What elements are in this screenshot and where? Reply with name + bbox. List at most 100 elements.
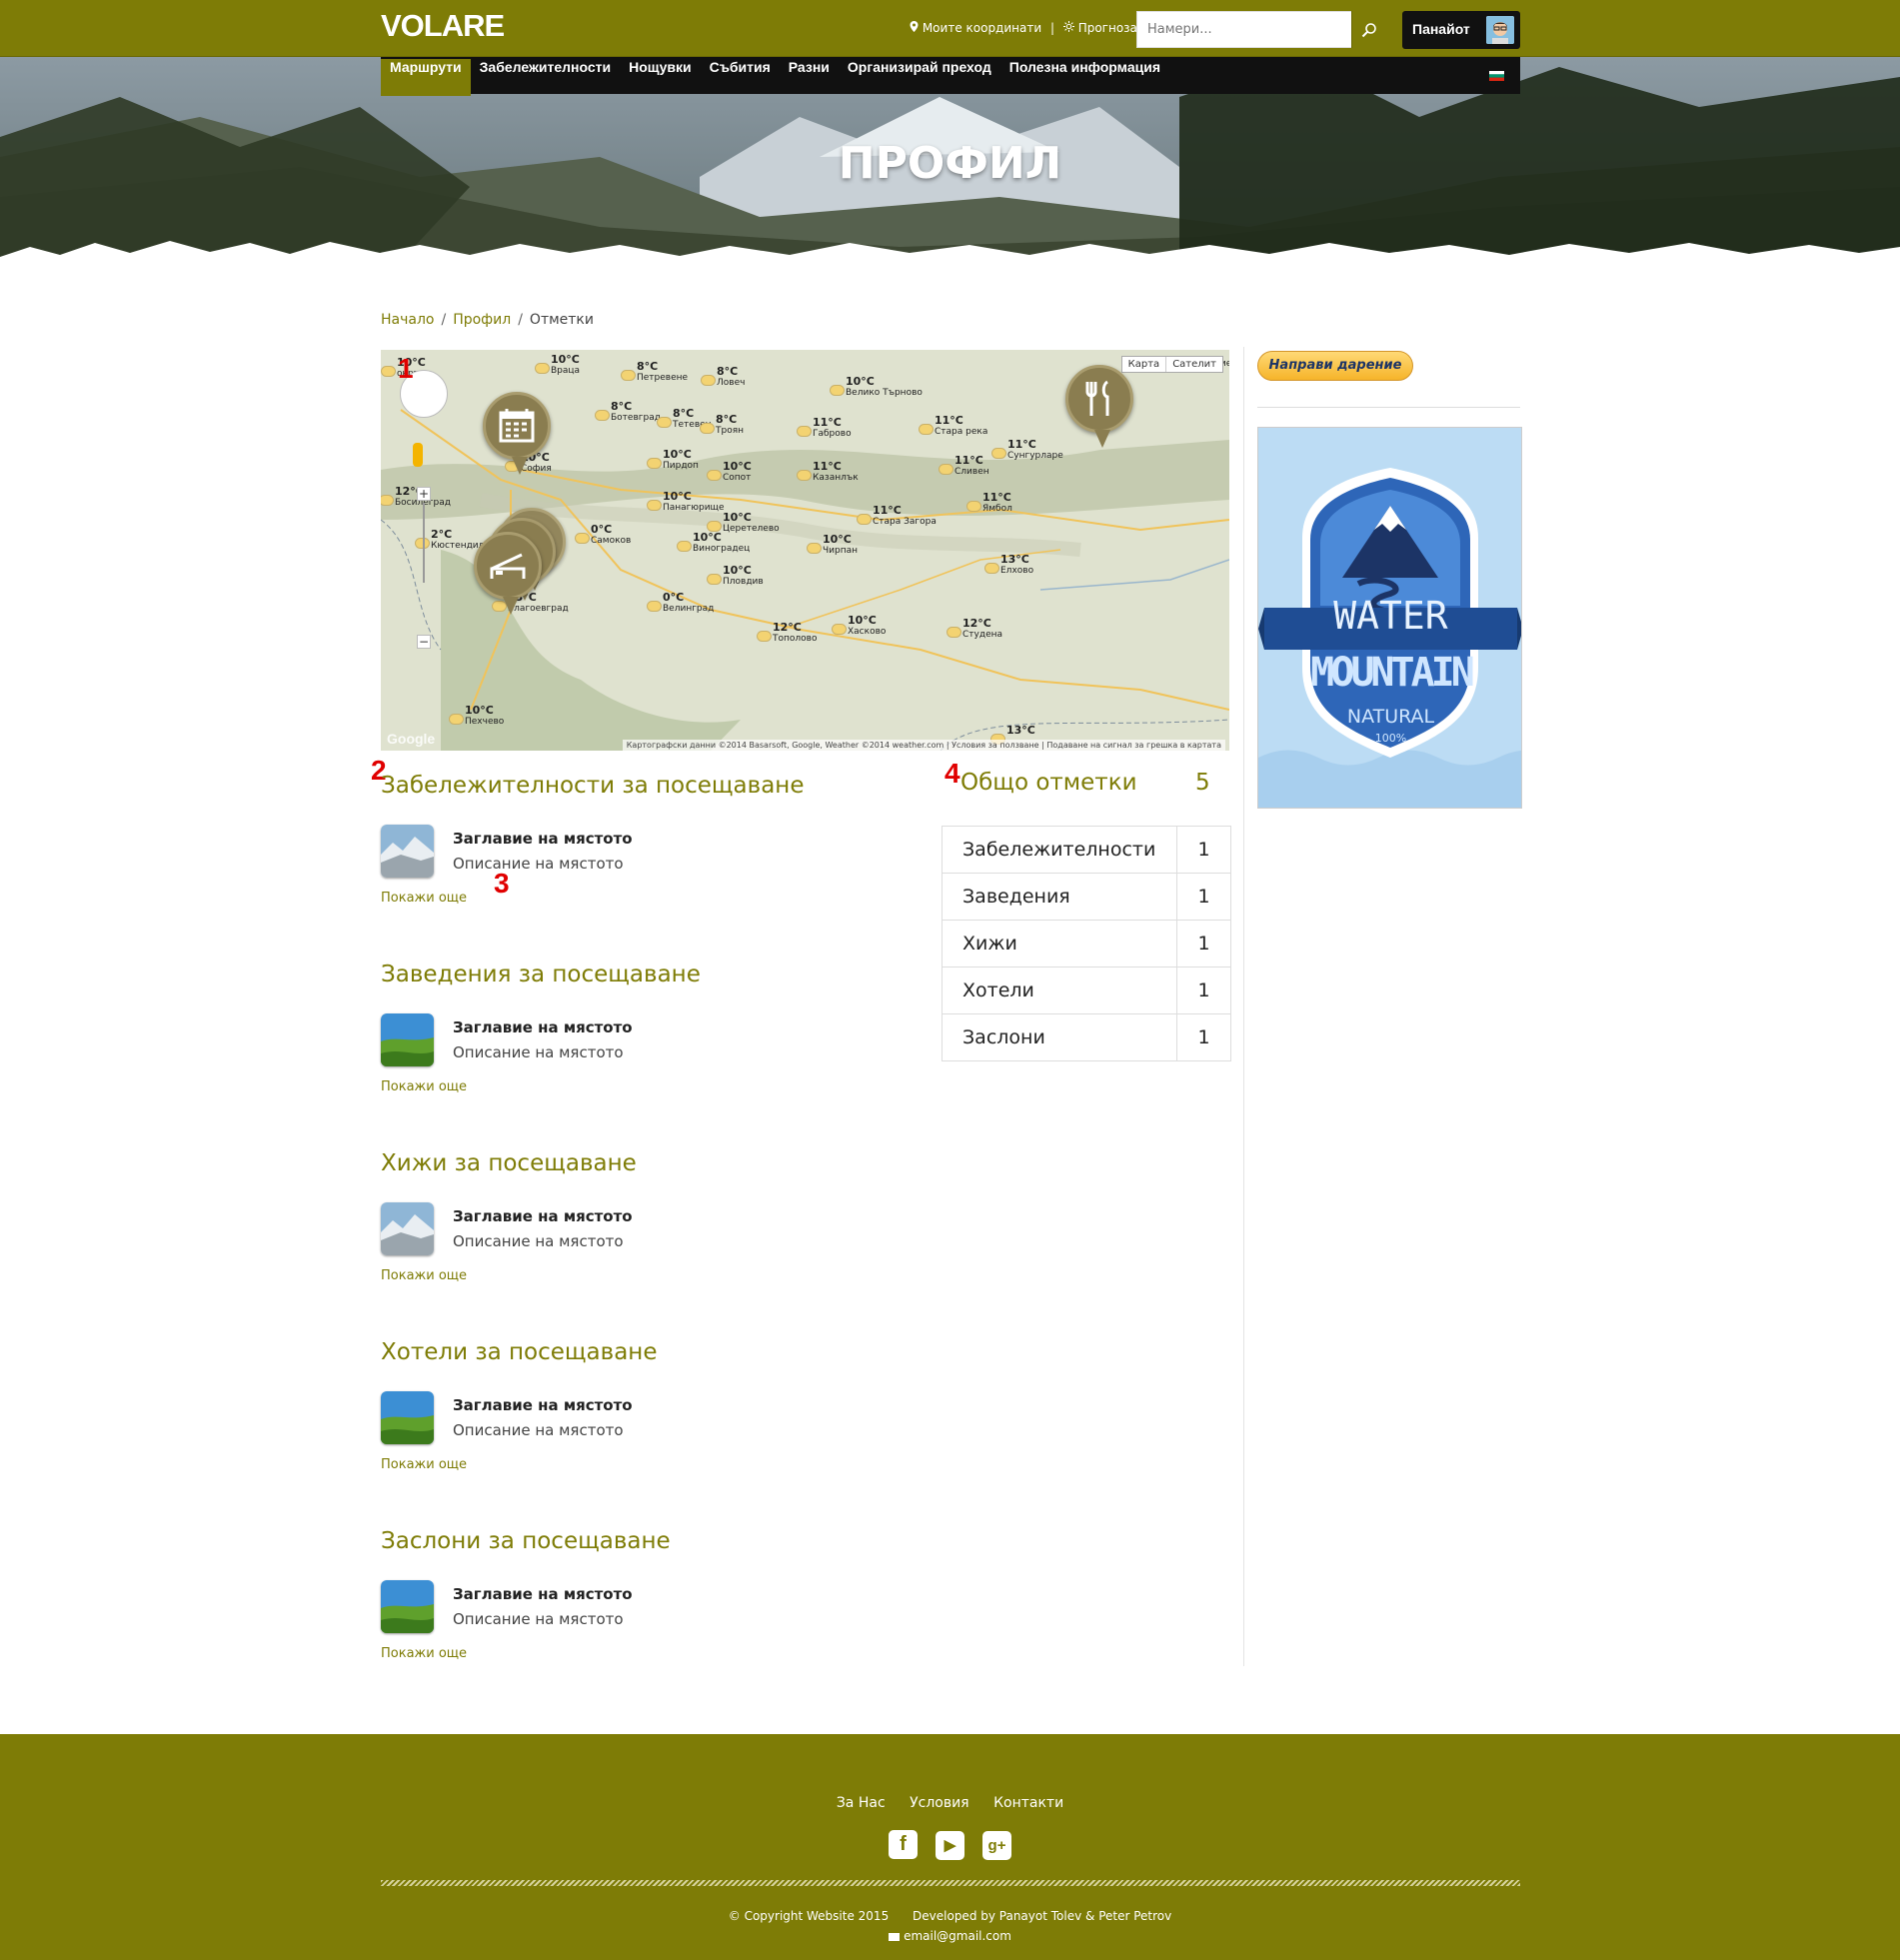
pegman-icon[interactable]	[413, 443, 423, 467]
list-item[interactable]: Заглавие на мястото Описание на мястото	[381, 825, 881, 879]
nav-item-events[interactable]: Събития	[701, 59, 780, 96]
bookmarks-map[interactable]: 10°C Враца 8°C Петревене 8°C Ловеч 10°C Велико …	[381, 350, 1229, 751]
list-item[interactable]: Заглавие на мястото Описание на мястото	[381, 1580, 881, 1634]
google-plus-icon[interactable]: g+	[982, 1831, 1011, 1860]
weather-label: 11°C Стара река	[935, 415, 987, 437]
weather-temp: 2°C	[431, 528, 453, 541]
avatar[interactable]	[1486, 16, 1514, 44]
show-more-link[interactable]: Покажи още	[381, 1079, 467, 1094]
place-thumbnail[interactable]	[381, 1391, 434, 1444]
ad-line-mountain: MOUNTAIN	[1310, 650, 1475, 696]
place-title[interactable]: Заглавие на мястото	[453, 830, 633, 848]
footer-link-contacts[interactable]: Контакти	[993, 1795, 1063, 1811]
weather-city: Ботевград	[611, 413, 661, 423]
weather-cloud-icon	[939, 464, 953, 475]
breadcrumb-profile[interactable]: Профил	[453, 312, 511, 328]
logo[interactable]: VOLARE	[381, 8, 505, 44]
weather-cloud-icon	[701, 375, 716, 386]
weather-label: 8°C Петревене	[637, 361, 688, 383]
cutlery-icon	[1085, 380, 1109, 416]
weather-temp: 10°C	[848, 614, 877, 627]
facebook-icon[interactable]: f	[889, 1830, 918, 1859]
weather-cloud-icon	[647, 500, 662, 511]
stats-title: Общо отметки	[960, 770, 1137, 796]
zoom-in-button[interactable]: +	[417, 487, 431, 501]
main-nav: Маршрути Забележителности Нощувки Събития Ра…	[381, 57, 1520, 96]
section-title: Заведения за посещаване	[381, 962, 701, 987]
section-title: Заслони за посещаване	[381, 1528, 671, 1554]
map-type-map-button[interactable]: Карта	[1122, 357, 1166, 372]
nav-item-sights[interactable]: Забележителности	[471, 59, 620, 96]
place-title[interactable]: Заглавие на мястото	[453, 1018, 633, 1036]
list-item[interactable]: Заглавие на мястото Описание на мястото	[381, 1013, 881, 1067]
nav-item-useful-info[interactable]: Полезна информация	[1000, 59, 1169, 96]
events-pin[interactable]	[483, 392, 551, 475]
weather-cloud-icon	[919, 424, 934, 435]
nav-item-misc[interactable]: Разни	[780, 59, 839, 96]
weather-cloud-icon	[677, 541, 692, 552]
location-pin-icon	[910, 20, 919, 35]
place-title[interactable]: Заглавие на мястото	[453, 1585, 633, 1603]
map-attribution[interactable]: Картографски данни ©2014 Basarsoft, Goog…	[622, 740, 1225, 751]
weather-cloud-icon	[807, 543, 822, 554]
column-divider	[1243, 347, 1244, 1666]
place-thumbnail[interactable]	[381, 1580, 434, 1633]
weather-temp: 10°C	[465, 704, 494, 717]
ad-banner[interactable]: WATER MOUNTAIN NATURAL 100%	[1257, 427, 1522, 809]
list-item[interactable]: Заглавие на мястото Описание на мястото	[381, 1202, 881, 1256]
footer-divider	[381, 1880, 1520, 1886]
twitter-icon[interactable]: ▶	[936, 1831, 964, 1860]
weather-cloud-icon	[535, 363, 550, 374]
show-more-link[interactable]: Покажи още	[381, 1457, 467, 1472]
search-button[interactable]	[1351, 11, 1385, 48]
zoom-out-button[interactable]: −	[417, 635, 431, 649]
weather-city: Велико Търново	[846, 388, 923, 398]
weather-temp: 0°C	[663, 591, 685, 604]
copyright-text: © Copyright Website 2015	[728, 1909, 890, 1923]
place-description: Описание на мястото	[453, 1232, 624, 1250]
ad-line-percent: 100%	[1374, 732, 1407, 745]
nav-item-lodging[interactable]: Нощувки	[620, 59, 700, 96]
place-thumbnail[interactable]	[381, 1202, 434, 1255]
place-thumbnail[interactable]	[381, 825, 434, 878]
user-menu[interactable]: Панайот	[1402, 11, 1520, 49]
place-thumbnail[interactable]	[381, 1013, 434, 1066]
weather-temp: 13°C	[1006, 724, 1035, 737]
lodging-pin[interactable]	[474, 532, 542, 615]
weather-label: 13°C Елхово	[1000, 554, 1033, 576]
nav-item-routes[interactable]: Маршрути	[381, 59, 471, 96]
footer-email-link[interactable]: email@gmail.com	[904, 1929, 1011, 1943]
my-coordinates-link[interactable]: Моите координати	[923, 21, 1041, 35]
donate-button[interactable]: Направи дарение	[1257, 351, 1413, 381]
map-type-satellite-button[interactable]: Сателит	[1165, 357, 1222, 372]
nav-item-organize-hike[interactable]: Организирай преход	[839, 59, 1000, 96]
weather-cloud-icon	[797, 470, 812, 481]
weather-cloud-icon	[449, 714, 464, 725]
list-item[interactable]: Заглавие на мястото Описание на мястото	[381, 1391, 881, 1445]
stats-value: 1	[1176, 826, 1231, 874]
bulgarian-flag-icon[interactable]	[1489, 71, 1504, 81]
search-input[interactable]	[1137, 12, 1337, 47]
stats-label: Хижи	[942, 920, 1177, 968]
show-more-link[interactable]: Покажи още	[381, 891, 467, 906]
weather-cloud-icon	[757, 631, 772, 642]
zoom-slider[interactable]	[423, 503, 425, 583]
show-more-link[interactable]: Покажи още	[381, 1268, 467, 1283]
restaurants-pin[interactable]	[1065, 365, 1133, 448]
stats-label: Хотели	[942, 967, 1177, 1014]
footer-link-terms[interactable]: Условия	[910, 1795, 969, 1811]
weather-label: 10°C Враца	[551, 353, 580, 376]
place-title[interactable]: Заглавие на мястото	[453, 1396, 633, 1414]
breadcrumb-home[interactable]: Начало	[381, 312, 434, 328]
weather-temp: 10°C	[551, 353, 580, 366]
weather-label: 10°C Пловдив	[723, 565, 764, 587]
weather-cloud-icon	[984, 563, 999, 574]
stats-row: Хотели 1	[942, 967, 1231, 1014]
forecast-link[interactable]: Прогноза	[1078, 21, 1137, 35]
show-more-link[interactable]: Покажи още	[381, 1646, 467, 1661]
place-title[interactable]: Заглавие на мястото	[453, 1207, 633, 1225]
section-title: Забележителности за посещаване	[381, 773, 805, 799]
weather-cloud-icon	[621, 370, 636, 381]
footer-link-about[interactable]: За Нас	[837, 1795, 886, 1811]
weather-cloud-icon	[700, 423, 715, 434]
